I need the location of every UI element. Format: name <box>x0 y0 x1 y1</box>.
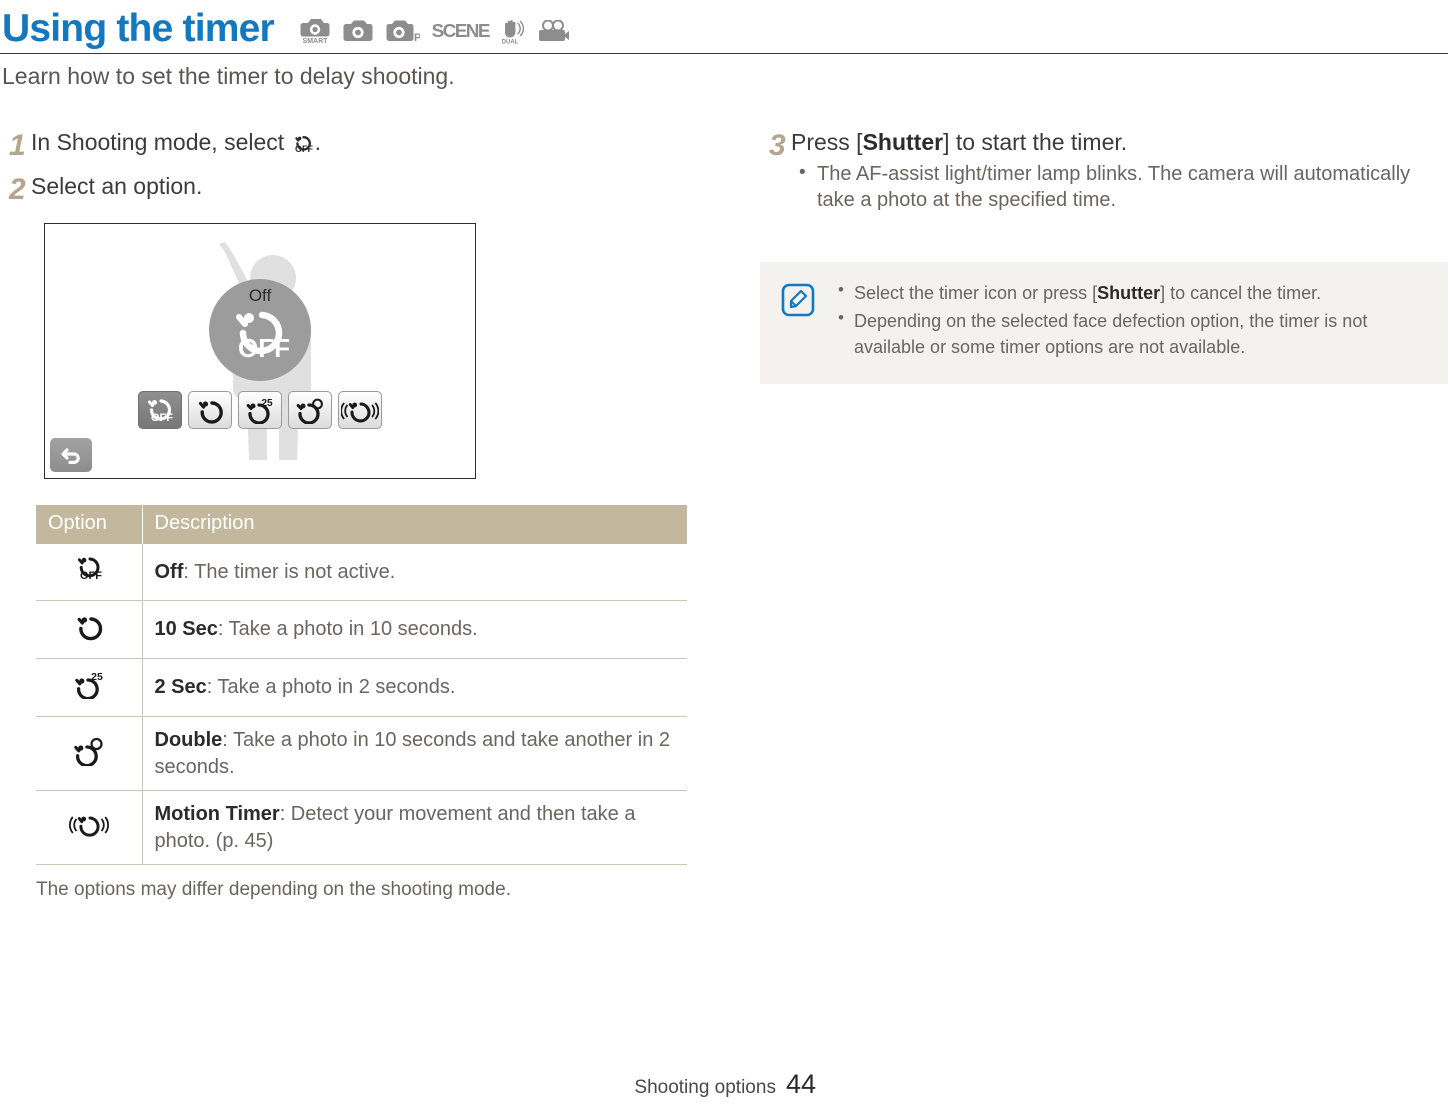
option-term: Double <box>154 729 223 752</box>
header-divider <box>0 53 1448 54</box>
timer-2sec-icon: 25 <box>36 658 143 718</box>
list-item: The AF-assist light/timer lamp blinks. T… <box>791 160 1448 214</box>
step-3-bold: Shutter <box>862 129 944 155</box>
list-item: Depending on the selected face defection… <box>832 306 1428 360</box>
page-subtitle: Learn how to set the timer to delay shoo… <box>2 63 455 89</box>
table-header-description: Description <box>142 505 687 545</box>
table-row: Motion Timer: Detect your movement and t… <box>36 790 687 865</box>
svg-text:SMART: SMART <box>302 38 328 44</box>
step-2: 2 Select an option. <box>0 172 700 209</box>
svg-text:25: 25 <box>91 671 103 683</box>
timer-off-icon-large: OFF <box>224 307 296 372</box>
table-cell-description: Off: The timer is not active. <box>142 544 687 601</box>
note-bullet-list: Select the timer icon or press [Shutter]… <box>832 278 1428 362</box>
table-row: OFF Off: The timer is not active. <box>36 544 687 601</box>
svg-text:OFF: OFF <box>151 412 173 424</box>
dual-is-mode-icon: DUAL <box>500 18 526 44</box>
footer-page-number: 44 <box>785 1069 816 1099</box>
note-bold: Shutter <box>1097 283 1161 304</box>
table-row: 10 Sec: Take a photo in 10 seconds. <box>36 600 687 659</box>
option-term: 10 Sec <box>154 618 218 641</box>
table-row: Double: Take a photo in 10 seconds and t… <box>36 716 687 792</box>
page-title: Using the timer <box>2 6 275 50</box>
step-1-number: 1 <box>9 129 26 162</box>
step-3-text: Press [Shutter] to start the timer. <box>791 128 1448 158</box>
timer-off-option-button[interactable]: OFF <box>138 391 182 430</box>
timer-motion-option-button[interactable] <box>338 391 382 430</box>
smart-camera-mode-icon: SMART <box>300 18 330 44</box>
right-column: 3 Press [Shutter] to start the timer. Th… <box>760 128 1448 385</box>
table-header-option: Option <box>36 505 143 545</box>
note-text-after: ] to cancel the timer. <box>1160 283 1322 304</box>
svg-text:OFF: OFF <box>80 570 102 582</box>
timer-off-icon: OFF <box>291 132 315 154</box>
left-column: 1 In Shooting mode, select OFF. 2 Select… <box>0 128 700 901</box>
step-3-bullet-list: The AF-assist light/timer lamp blinks. T… <box>791 160 1448 214</box>
page-footer: Shooting options 44 <box>634 1069 816 1100</box>
svg-text:P: P <box>414 32 420 42</box>
option-desc: : The timer is not active. <box>183 560 396 583</box>
timer-off-icon: OFF <box>36 544 143 601</box>
step-1-text-before: In Shooting mode, select <box>31 129 291 155</box>
selected-option-highlight: Off OFF <box>209 279 311 382</box>
note-pen-icon <box>780 282 816 323</box>
back-button[interactable] <box>50 438 92 473</box>
table-cell-description: 2 Sec: Take a photo in 2 seconds. <box>142 658 687 718</box>
movie-mode-icon <box>539 19 570 43</box>
svg-text:25: 25 <box>261 398 273 409</box>
step-3-text-after: ] to start the timer. <box>943 129 1128 155</box>
table-header-row: Option Description <box>36 505 687 545</box>
note-text-before: Select the timer icon or press [ <box>854 283 1098 304</box>
footer-section-label: Shooting options <box>634 1077 776 1098</box>
table-cell-description: Motion Timer: Detect your movement and t… <box>142 790 687 865</box>
mode-icon-group: SMART P SCENE DUAL <box>300 12 570 44</box>
svg-text:OFF: OFF <box>295 144 313 154</box>
back-arrow-icon <box>61 448 80 465</box>
timer-2sec-option-button[interactable]: 25 <box>238 391 282 430</box>
svg-text:OFF: OFF <box>238 333 290 363</box>
option-desc: : Take a photo in 10 seconds. <box>217 618 478 641</box>
table-footnote: The options may differ depending on the … <box>36 878 511 900</box>
option-term: 2 Sec <box>154 676 207 699</box>
timer-10sec-option-button[interactable] <box>188 391 232 430</box>
camera-screen-illustration: Off OFF OFF 25 <box>44 223 476 480</box>
step-2-number: 2 <box>9 172 26 206</box>
page-header: Using the timer SMART P SCENE DUAL <box>0 0 1448 56</box>
step-1: 1 In Shooting mode, select OFF. <box>0 128 700 165</box>
step-3-number: 3 <box>769 129 786 162</box>
step-2-text: Select an option. <box>31 172 203 199</box>
camera-mode-icon <box>343 20 373 42</box>
option-desc: : Take a photo in 2 seconds. <box>206 676 456 699</box>
option-desc: : Take a photo in 10 seconds and take an… <box>154 729 671 778</box>
note-box: Select the timer icon or press [Shutter]… <box>760 262 1448 385</box>
timer-double-option-button[interactable] <box>288 391 332 430</box>
svg-text:DUAL: DUAL <box>502 40 519 45</box>
step-3: 3 Press [Shutter] to start the timer. Th… <box>760 128 1448 215</box>
timer-10sec-icon <box>36 600 143 659</box>
scene-mode-icon: SCENE <box>431 20 491 41</box>
step-3-text-before: Press [ <box>791 129 863 155</box>
step-1-text-after: . <box>314 129 321 155</box>
timer-double-icon <box>36 716 143 792</box>
timer-motion-icon <box>36 790 143 865</box>
step-3-body: Press [Shutter] to start the timer. The … <box>791 128 1448 215</box>
list-item: Select the timer icon or press [Shutter]… <box>832 278 1428 306</box>
step-1-text: In Shooting mode, select OFF. <box>31 128 700 158</box>
option-term: Motion Timer <box>154 803 280 826</box>
selected-option-label: Off <box>248 286 272 306</box>
table-cell-description: 10 Sec: Take a photo in 10 seconds. <box>142 600 687 659</box>
option-term: Off <box>154 560 184 583</box>
timer-option-row[interactable]: OFF 25 <box>138 391 382 430</box>
timer-options-table: Option Description OFF Off: The timer is… <box>36 505 687 865</box>
table-row: 25 2 Sec: Take a photo in 2 seconds. <box>36 658 687 718</box>
table-cell-description: Double: Take a photo in 10 seconds and t… <box>142 716 687 792</box>
program-mode-icon: P <box>386 20 420 42</box>
